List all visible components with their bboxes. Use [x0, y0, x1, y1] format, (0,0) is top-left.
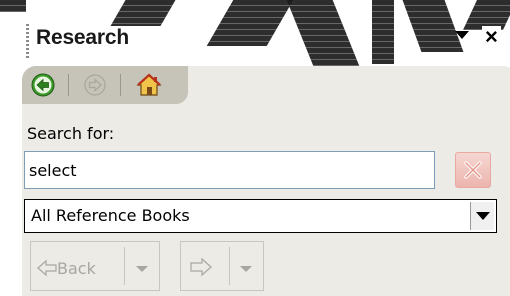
- search-input[interactable]: [24, 151, 435, 189]
- forward-button[interactable]: [82, 72, 108, 98]
- forward-arrow-icon: [84, 74, 106, 96]
- green-back-arrow-icon: [31, 73, 55, 97]
- research-pane: Research × Search for: select All Refere…: [0, 0, 510, 296]
- back-button-label: Back: [57, 259, 96, 278]
- home-icon: [136, 73, 162, 96]
- search-for-label: Search for:: [27, 124, 115, 143]
- forward-dropdown-chevron-down-icon[interactable]: [240, 266, 252, 272]
- nav-toolbar: [22, 66, 188, 104]
- clear-x-icon: [464, 161, 482, 179]
- back-button[interactable]: [30, 72, 56, 98]
- pane-title: Research: [34, 26, 133, 50]
- close-icon[interactable]: ×: [482, 26, 501, 48]
- clear-search-button[interactable]: [455, 152, 491, 188]
- home-button[interactable]: [136, 72, 162, 98]
- forward-arrow-icon: [190, 257, 212, 277]
- back-arrow-icon: [37, 259, 57, 277]
- toolbar-separator: [68, 74, 69, 96]
- chevron-down-icon: [476, 212, 490, 220]
- drag-grip[interactable]: [26, 24, 29, 58]
- split-separator: [229, 247, 230, 285]
- reference-source-select[interactable]: All Reference Books: [24, 199, 497, 233]
- toolbar-separator: [120, 74, 121, 96]
- pane-options-chevron-down-icon[interactable]: [455, 31, 469, 39]
- reference-source-value: All Reference Books: [31, 206, 190, 225]
- title-bar: Research ×: [0, 18, 510, 68]
- select-dropdown-button[interactable]: [470, 202, 494, 230]
- split-separator: [124, 247, 125, 285]
- back-dropdown-chevron-down-icon[interactable]: [136, 266, 148, 272]
